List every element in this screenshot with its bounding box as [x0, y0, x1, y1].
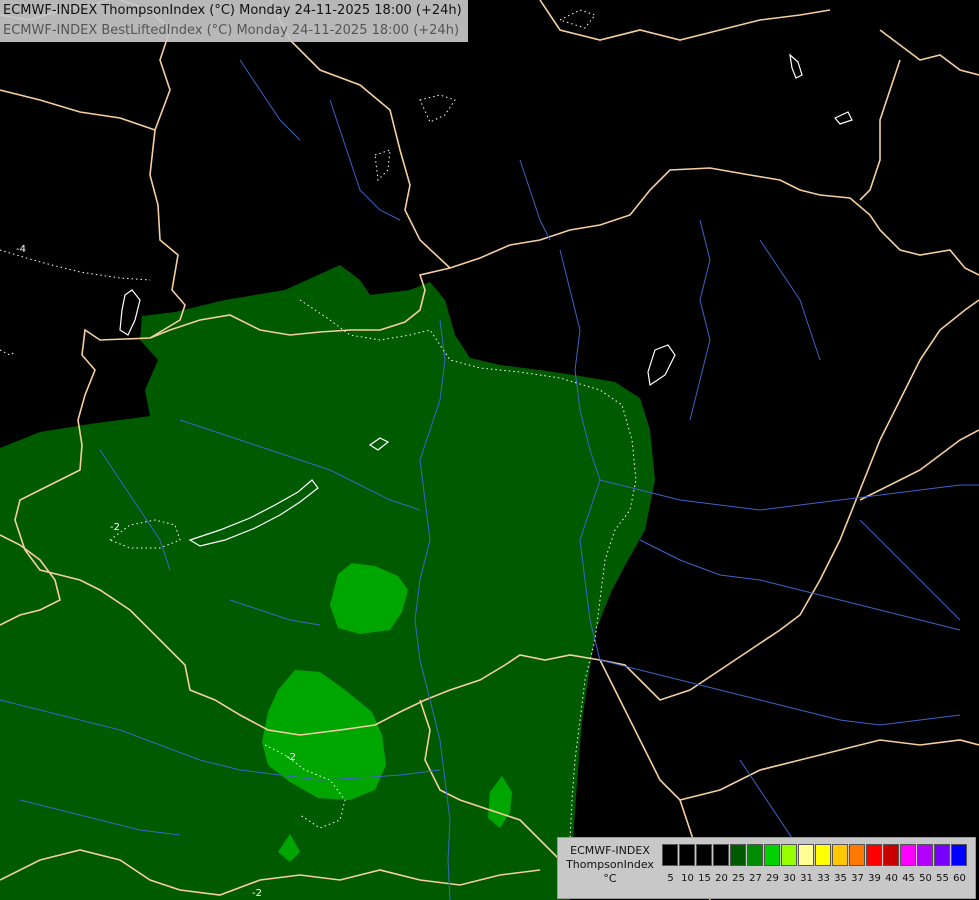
legend-tick-label: 37: [851, 873, 864, 884]
legend-swatch: [934, 844, 950, 866]
legend-swatch: [662, 844, 678, 866]
legend-swatch: [781, 844, 797, 866]
color-legend: ECMWF-INDEX ThompsonIndex °C 5 10 15 20 25 27…: [557, 837, 976, 899]
legend-tick-label: 33: [817, 873, 830, 884]
contour-label: -2: [252, 888, 262, 899]
legend-tick-label: 55: [936, 873, 949, 884]
title-thompson-index: ECMWF-INDEX ThompsonIndex (°C) Monday 24…: [3, 3, 462, 18]
legend-tick-label: 15: [698, 873, 711, 884]
legend-swatches: [662, 844, 968, 866]
legend-swatch: [815, 844, 831, 866]
legend-swatch: [798, 844, 814, 866]
legend-tick-label: 31: [800, 873, 813, 884]
legend-tick-label: 10: [681, 873, 694, 884]
legend-unit: °C: [603, 872, 617, 885]
legend-model: ECMWF-INDEX: [570, 844, 650, 857]
legend-swatch: [832, 844, 848, 866]
title-best-lifted-index: ECMWF-INDEX BestLiftedIndex (°C) Monday …: [3, 23, 460, 38]
legend-tick-label: 29: [766, 873, 779, 884]
legend-swatch: [866, 844, 882, 866]
legend-caption: ECMWF-INDEX ThompsonIndex °C: [562, 844, 658, 886]
legend-tick-label: 60: [953, 873, 966, 884]
legend-tick-label: 45: [902, 873, 915, 884]
legend-swatch: [747, 844, 763, 866]
contour-label: -4: [16, 244, 26, 255]
legend-swatch: [696, 844, 712, 866]
legend-swatch: [730, 844, 746, 866]
legend-swatch: [917, 844, 933, 866]
legend-tick-label: 40: [885, 873, 898, 884]
legend-tick-label: 5: [667, 873, 674, 884]
legend-tick-label: 20: [715, 873, 728, 884]
legend-tick-label: 27: [749, 873, 762, 884]
legend-parameter: ThompsonIndex: [566, 858, 654, 871]
legend-tick-label: 25: [732, 873, 745, 884]
legend-ticks: 5 10 15 20 25 27 29 30 31 33 35 37 39 40 45 50 55 60: [662, 873, 968, 884]
legend-swatch: [951, 844, 967, 866]
weather-map: -4 -2 -2 -2: [0, 0, 979, 900]
contour-label: -2: [110, 522, 120, 533]
legend-tick-label: 39: [868, 873, 881, 884]
legend-tick-label: 35: [834, 873, 847, 884]
legend-swatch: [849, 844, 865, 866]
legend-swatch: [679, 844, 695, 866]
legend-tick-label: 30: [783, 873, 796, 884]
legend-swatch: [713, 844, 729, 866]
legend-swatch: [764, 844, 780, 866]
contour-label: -2: [286, 752, 296, 763]
legend-tick-label: 50: [919, 873, 932, 884]
map-title-box: ECMWF-INDEX ThompsonIndex (°C) Monday 24…: [0, 0, 468, 42]
legend-swatch: [883, 844, 899, 866]
legend-swatch: [900, 844, 916, 866]
